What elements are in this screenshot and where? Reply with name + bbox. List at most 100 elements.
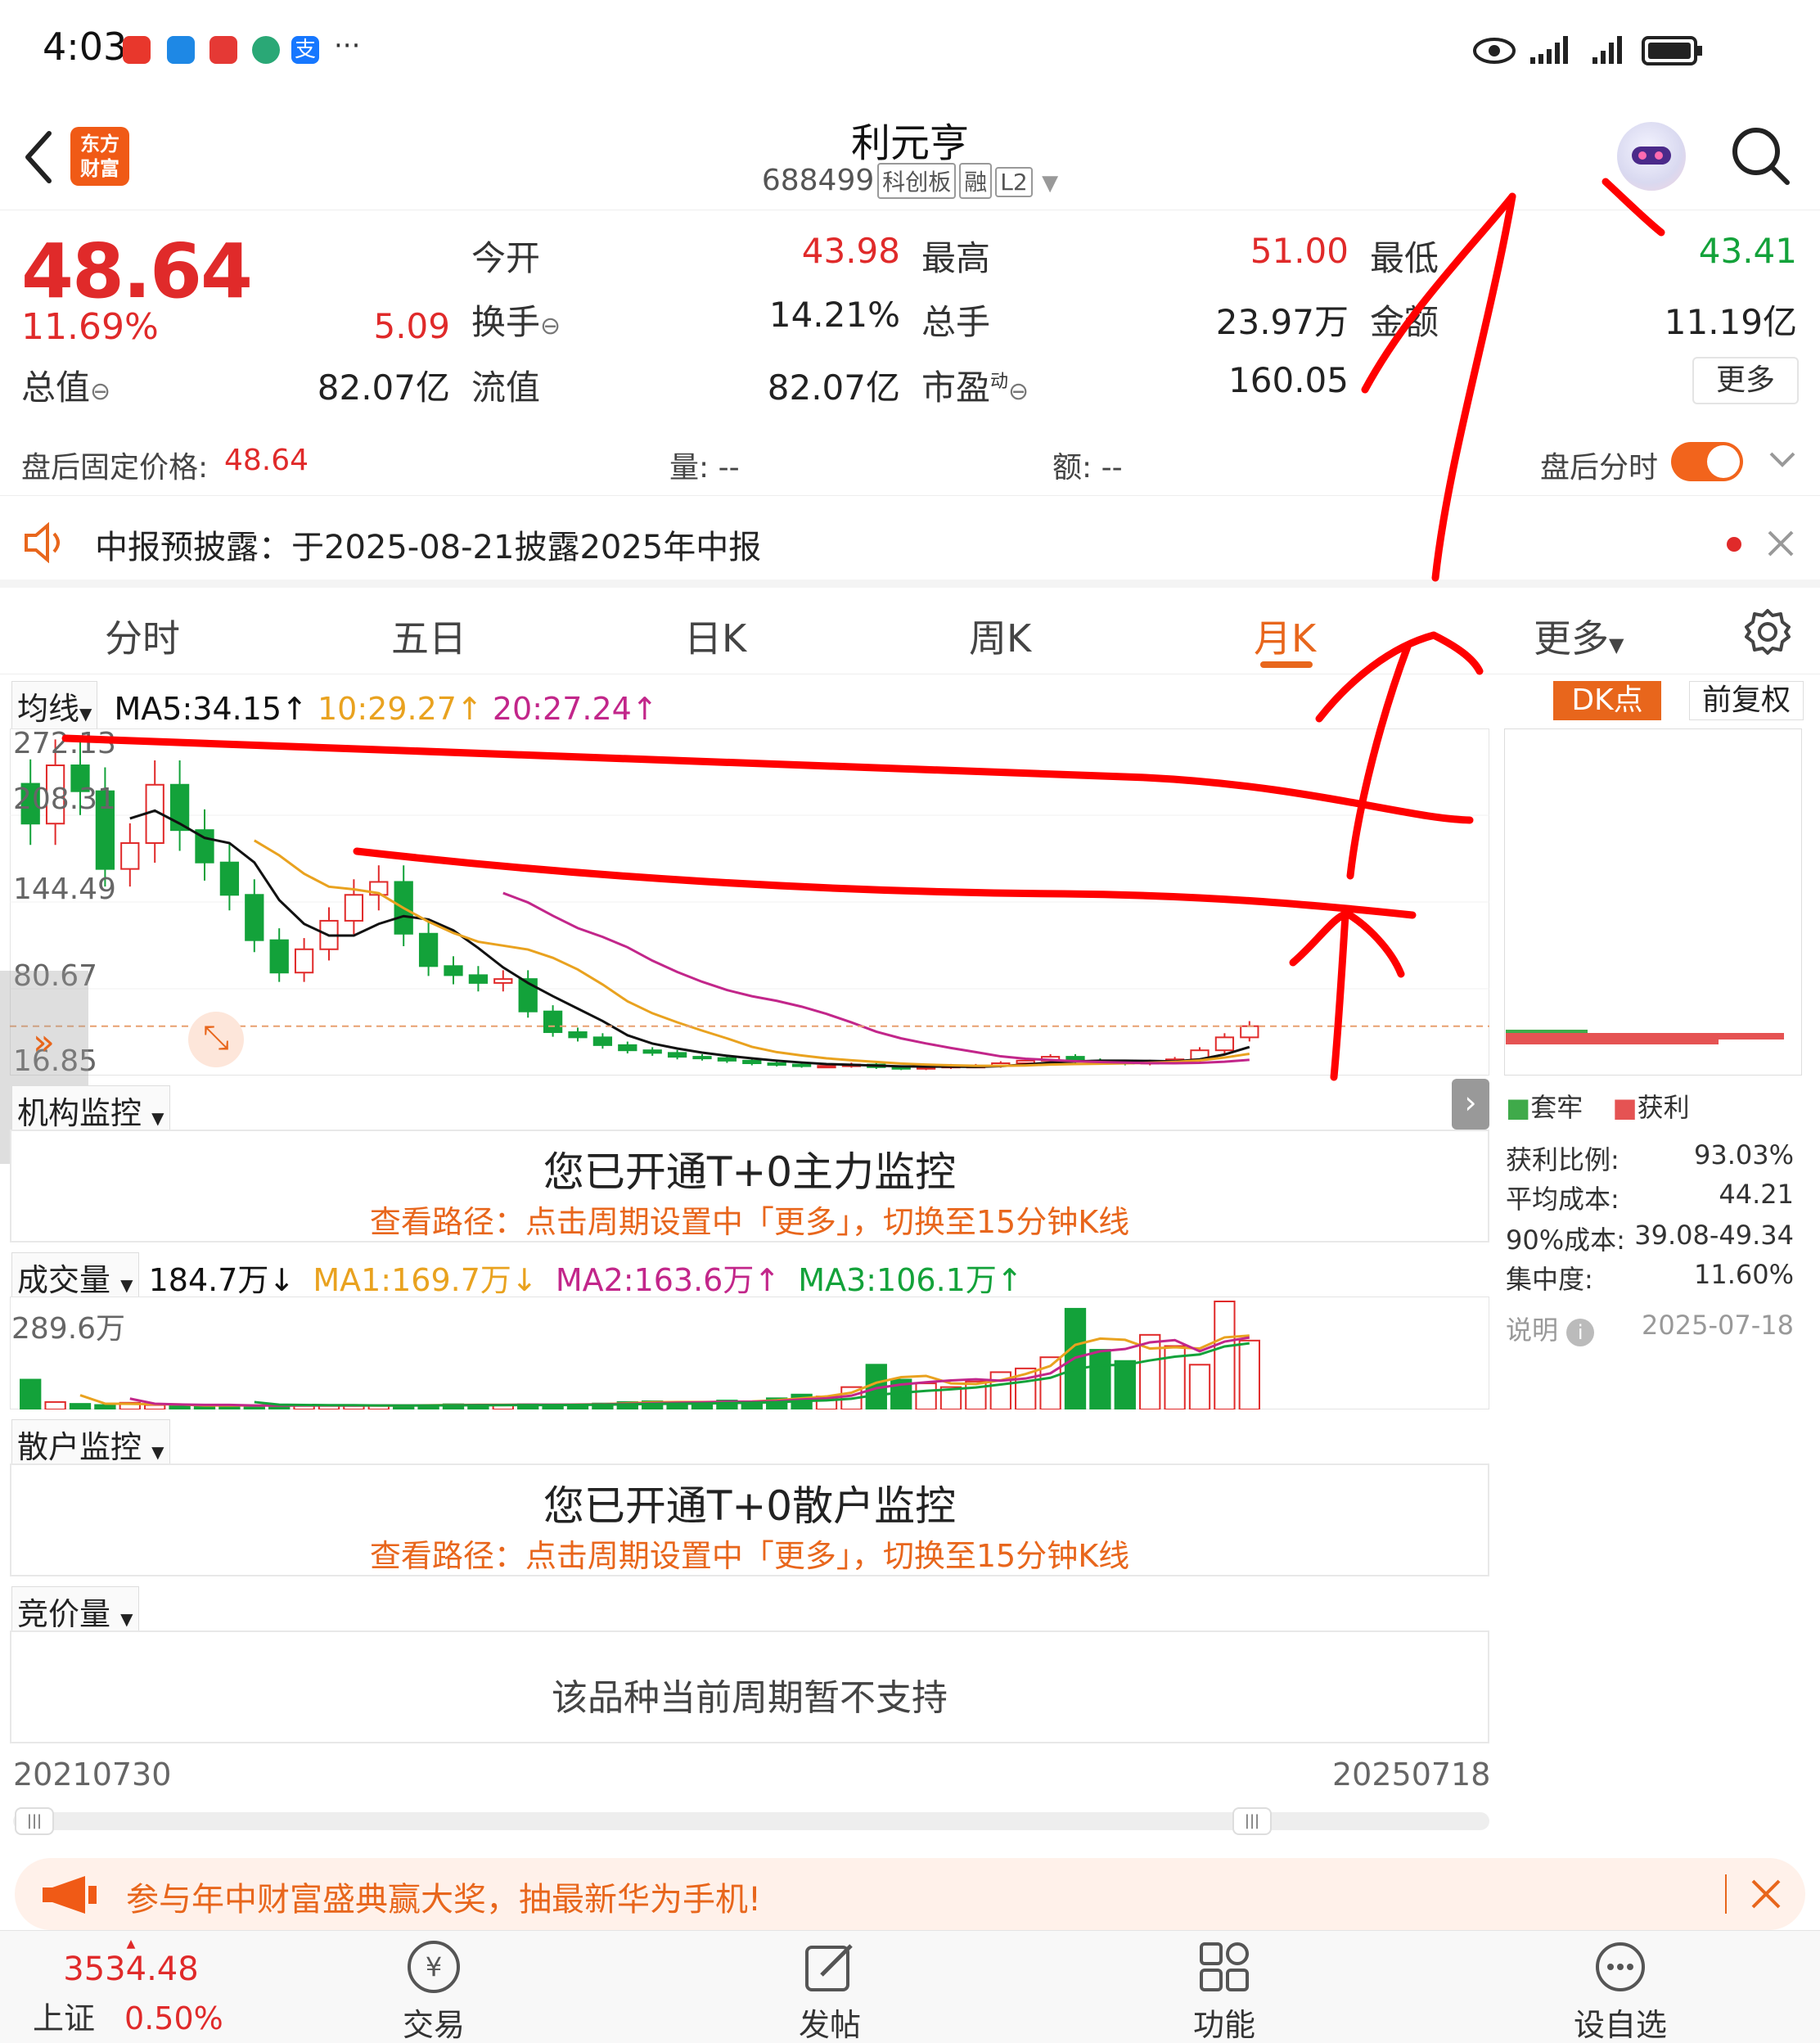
low-value: 43.41 bbox=[1698, 231, 1797, 271]
total-value-label[interactable]: 总值⊖ bbox=[21, 360, 110, 410]
candle-body bbox=[493, 978, 513, 984]
candle-body bbox=[642, 1049, 662, 1054]
chip-distribution-chart bbox=[1504, 728, 1802, 1076]
volume-bar bbox=[1238, 1339, 1260, 1409]
pe-label[interactable]: 市盈动⊖ bbox=[921, 360, 1029, 410]
avg-cost-label: 平均成本: bbox=[1506, 1184, 1620, 1215]
tab-more[interactable]: 更多▼ bbox=[1534, 609, 1624, 663]
tab-daily-k[interactable]: 日K bbox=[684, 609, 746, 663]
y-axis-label: 272.13 bbox=[13, 727, 116, 760]
institution-monitor-panel: 您已开通T+0主力监控 查看路径：点击周期设置中「更多」，切换至15分钟K线 bbox=[10, 1130, 1489, 1242]
candle-body bbox=[767, 1062, 786, 1067]
retail-monitor-panel: 您已开通T+0散户监控 查看路径：点击周期设置中「更多」，切换至15分钟K线 bbox=[10, 1463, 1489, 1576]
banner-close-icon[interactable] bbox=[1750, 1878, 1782, 1910]
more-dots-icon bbox=[1596, 1942, 1645, 1991]
promo-banner[interactable]: 参与年中财富盛典赢大奖，抽最新华为手机! bbox=[15, 1858, 1805, 1930]
candle-body bbox=[444, 965, 463, 976]
chevron-right-icon[interactable]: › bbox=[1452, 1079, 1489, 1130]
status-bar: 4:03 支 ··· bbox=[0, 0, 1820, 102]
megaphone-icon bbox=[43, 1876, 97, 1914]
volume-label: 总手 bbox=[921, 302, 991, 342]
ai-assistant-robot-icon[interactable] bbox=[1617, 122, 1686, 191]
volume-chart[interactable] bbox=[10, 1297, 1489, 1409]
institution-monitor-dropdown[interactable]: 机构监控 ▼ bbox=[11, 1085, 170, 1135]
ma20-value: 20:27.24↑ bbox=[492, 691, 658, 727]
nav-post[interactable]: 发帖 bbox=[740, 1941, 920, 2043]
after-hours-toggle[interactable] bbox=[1671, 442, 1743, 481]
volume-dropdown[interactable]: 成交量 ▼ bbox=[11, 1252, 139, 1302]
app-notification-icon bbox=[123, 36, 151, 64]
amount-value: 11.19亿 bbox=[1664, 302, 1797, 342]
nav-functions[interactable]: 功能 bbox=[1134, 1941, 1314, 2043]
candle-body bbox=[568, 1031, 588, 1039]
indicator-dropdown[interactable]: 均线▼ bbox=[11, 681, 98, 731]
search-icon[interactable] bbox=[1730, 125, 1792, 187]
volume-ma1: MA1:169.7万↓ bbox=[313, 1262, 538, 1298]
more-notifications-icon: ··· bbox=[334, 29, 361, 62]
candle-body bbox=[269, 939, 289, 974]
nav-watchlist[interactable]: 设自选 bbox=[1530, 1941, 1710, 2043]
candle-body bbox=[245, 894, 264, 941]
candle-body bbox=[592, 1036, 613, 1046]
index-quote-widget[interactable]: ▲ 3534.48 上证 0.50% bbox=[33, 1937, 229, 2038]
range-slider-left-handle[interactable]: ||| bbox=[15, 1807, 54, 1835]
turnover-label[interactable]: 换手⊖ bbox=[471, 295, 561, 345]
volume-current: 184.7万↓ bbox=[148, 1262, 295, 1298]
yen-icon: ¥ bbox=[408, 1941, 460, 1993]
tag-l2: L2 bbox=[995, 167, 1033, 197]
candle-body bbox=[468, 974, 489, 984]
ma5-value: MA5:34.15↑ bbox=[114, 691, 308, 727]
range-start-date: 20210730 bbox=[13, 1757, 172, 1793]
chip-bar-profit bbox=[1506, 1033, 1784, 1040]
caret-down-icon: ▼ bbox=[1042, 171, 1059, 196]
nav-trade[interactable]: ¥ 交易 bbox=[344, 1941, 524, 2043]
chevron-down-icon[interactable] bbox=[1768, 450, 1797, 470]
chip-note-link[interactable]: 说明 i bbox=[1506, 1310, 1595, 1347]
tab-five-day[interactable]: 五日 bbox=[391, 609, 466, 663]
volume-bar bbox=[915, 1382, 937, 1409]
range-slider-right-handle[interactable]: ||| bbox=[1232, 1807, 1272, 1835]
candle-body bbox=[817, 1065, 836, 1069]
high-value: 51.00 bbox=[1250, 231, 1349, 271]
close-icon[interactable] bbox=[1766, 529, 1795, 558]
change-percent: 11.69% bbox=[21, 306, 159, 348]
retail-monitor-dropdown[interactable]: 散户监控 ▼ bbox=[11, 1419, 170, 1469]
adjust-dropdown[interactable]: 前复权 bbox=[1689, 681, 1804, 720]
chip-bar-trapped bbox=[1506, 1030, 1588, 1033]
candle-body bbox=[418, 932, 439, 967]
volume-ma2: MA2:163.6万↑ bbox=[555, 1262, 781, 1298]
retail-monitor-title: 您已开通T+0散户监控 bbox=[543, 1482, 957, 1530]
tab-monthly-k[interactable]: 月K bbox=[1254, 609, 1316, 663]
profit-ratio-value: 93.03% bbox=[1693, 1139, 1794, 1170]
index-change: 0.50% bbox=[124, 2000, 223, 2036]
tag-star-market: 科创板 bbox=[877, 163, 957, 199]
fixed-price-value: 48.64 bbox=[224, 444, 309, 477]
retail-monitor-hint: 查看路径：点击周期设置中「更多」，切换至15分钟K线 bbox=[369, 1538, 1130, 1574]
app-icon bbox=[252, 36, 280, 64]
settings-gear-icon[interactable] bbox=[1743, 607, 1792, 656]
chip-bar-profit bbox=[1506, 1040, 1719, 1044]
low-label: 最低 bbox=[1370, 238, 1439, 278]
after-hours-volume: 量: -- bbox=[669, 451, 740, 485]
candle-body bbox=[692, 1056, 712, 1060]
concentration-value: 11.60% bbox=[1693, 1259, 1794, 1290]
tag-margin: 融 bbox=[959, 163, 993, 199]
tab-intraday[interactable]: 分时 bbox=[105, 609, 180, 663]
volume-bar bbox=[1089, 1349, 1111, 1409]
y-axis-label: 144.49 bbox=[13, 873, 116, 906]
expand-icon[interactable]: ⤡ bbox=[188, 1012, 244, 1067]
tab-weekly-k[interactable]: 周K bbox=[969, 609, 1031, 663]
dk-point-button[interactable]: DK点 bbox=[1553, 681, 1661, 720]
period-tabs: 分时 五日 日K 周K 月K 更多▼ bbox=[0, 589, 1820, 674]
candle-body bbox=[294, 948, 314, 974]
more-quote-button[interactable]: 更多 bbox=[1692, 357, 1799, 404]
turnover-value: 14.21% bbox=[768, 295, 900, 335]
cost90-label: 90%成本: bbox=[1506, 1224, 1625, 1256]
stock-code-row[interactable]: 688499 科创板融 L2 ▼ bbox=[0, 163, 1820, 199]
float-value: 82.07亿 bbox=[767, 368, 900, 408]
auction-dropdown[interactable]: 竞价量 ▼ bbox=[11, 1586, 139, 1636]
candle-body bbox=[344, 894, 364, 922]
notice-bar[interactable]: 中报预披露：于2025-08-21披露2025年中报 bbox=[0, 498, 1820, 588]
volume-bar bbox=[44, 1400, 66, 1409]
bottom-nav: ▲ 3534.48 上证 0.50% ¥ 交易 发帖 功能 设自选 bbox=[0, 1930, 1820, 2043]
